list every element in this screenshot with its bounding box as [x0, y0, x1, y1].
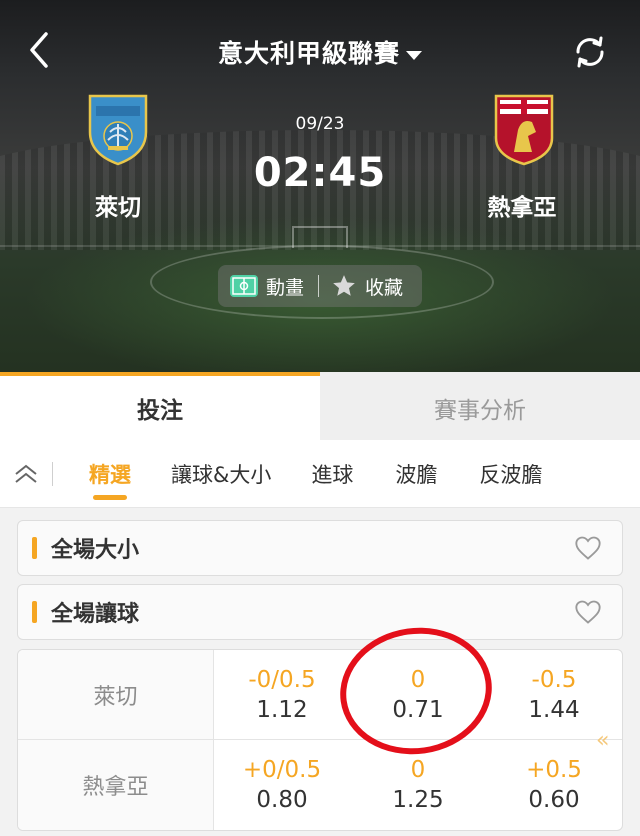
odds-cell[interactable]: -0.5 1.44 — [486, 650, 622, 739]
pill-divider — [318, 275, 319, 297]
caret-down-icon — [406, 50, 422, 60]
handicap-line: -0/0.5 — [248, 666, 316, 693]
favorite-label: 收藏 — [365, 276, 404, 299]
star-icon — [331, 273, 357, 299]
tab-betting[interactable]: 投注 — [0, 372, 320, 440]
row-team-name: 熱拿亞 — [18, 740, 214, 830]
refresh-button[interactable] — [570, 32, 610, 72]
market-title: 全場讓球 — [51, 602, 140, 627]
pitch-icon — [230, 275, 258, 297]
tab-match-analysis[interactable]: 賽事分析 — [320, 372, 640, 440]
animation-label: 動畫 — [266, 276, 305, 299]
row-team-name: 萊切 — [18, 650, 214, 739]
league-title: 意大利甲級聯賽 — [217, 39, 400, 68]
tab-goals[interactable]: 進球 — [311, 440, 353, 508]
away-team-name: 熱拿亞 — [487, 195, 557, 221]
match-header: 意大利甲級聯賽 萊切 09/23 02:45 熱拿亞 動畫 收藏 — [0, 0, 640, 372]
odds-price: 1.44 — [528, 696, 580, 723]
handicap-line: +0/0.5 — [242, 757, 322, 783]
match-actions: 動畫 收藏 — [218, 265, 422, 307]
main-tabs: 投注 賽事分析 — [0, 372, 640, 440]
goal-frame — [292, 226, 348, 248]
more-lines-chevron-icon[interactable]: « — [596, 728, 609, 753]
market-over-under[interactable]: 全場大小 — [17, 520, 623, 576]
odds-price: 0.60 — [528, 787, 580, 813]
handicap-odds-table: 萊切 -0/0.5 1.12 0 0.71 -0.5 1.44 熱拿亞 +0/0… — [17, 649, 623, 831]
market-category-tabs: 精選 讓球&大小 進球 波膽 反波膽 — [0, 440, 640, 508]
odds-price: 1.12 — [256, 696, 308, 723]
table-row: 熱拿亞 +0/0.5 0.80 0 1.25 +0.5 0.60 — [18, 740, 622, 830]
collapse-up-icon — [15, 464, 37, 483]
odds-cell[interactable]: +0.5 0.60 — [486, 740, 622, 830]
handicap-line: -0.5 — [531, 666, 577, 693]
market-accent-bar — [32, 537, 37, 559]
collapse-button[interactable] — [0, 440, 52, 508]
tab-divider — [52, 461, 53, 486]
animation-button[interactable]: 動畫 — [218, 265, 318, 307]
odds-cell[interactable]: -0/0.5 1.12 — [214, 650, 350, 739]
away-team-badge — [492, 92, 556, 166]
market-title: 全場大小 — [51, 538, 140, 563]
odds-price: 0.80 — [256, 787, 308, 813]
tab-anti-correct-score[interactable]: 反波膽 — [479, 440, 542, 508]
tab-correct-score[interactable]: 波膽 — [395, 440, 437, 508]
pitch-line — [0, 245, 640, 247]
tab-featured[interactable]: 精選 — [89, 440, 131, 508]
market-accent-bar — [32, 601, 37, 623]
odds-price: 1.25 — [392, 787, 444, 813]
odds-cell[interactable]: +0/0.5 0.80 — [214, 740, 350, 830]
market-handicap[interactable]: 全場讓球 — [17, 584, 623, 640]
heart-icon[interactable] — [574, 599, 602, 625]
handicap-line: 0 — [410, 757, 426, 783]
refresh-icon — [576, 36, 604, 68]
table-row: 萊切 -0/0.5 1.12 0 0.71 -0.5 1.44 — [18, 650, 622, 740]
favorite-button[interactable]: 收藏 — [319, 265, 403, 307]
heart-icon[interactable] — [574, 535, 602, 561]
league-selector[interactable]: 意大利甲級聯賽 — [0, 34, 640, 70]
tab-handicap-over-under[interactable]: 讓球&大小 — [171, 440, 271, 508]
handicap-line: +0.5 — [526, 757, 582, 783]
